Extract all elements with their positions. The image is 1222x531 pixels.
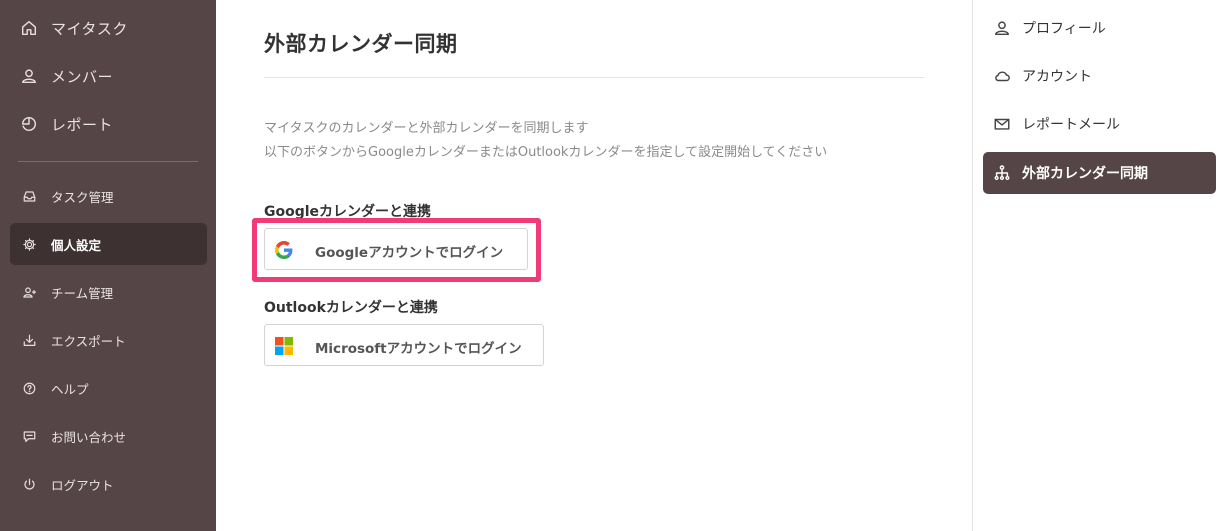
- outlook-section-label: Outlookカレンダーと連携: [264, 300, 438, 316]
- sidebar-item-label: ヘルプ: [51, 381, 89, 397]
- settings-item-external-calendar[interactable]: 外部カレンダー同期: [983, 152, 1216, 194]
- settings-item-label: プロフィール: [1022, 21, 1106, 37]
- sidebar-item-logout[interactable]: ログアウト: [10, 463, 207, 505]
- sidebar-item-label: メンバー: [51, 67, 114, 86]
- team-icon: [19, 282, 39, 302]
- sidebar-item-contact[interactable]: お問い合わせ: [10, 415, 207, 457]
- help-icon: [19, 378, 39, 398]
- mail-icon: [992, 114, 1012, 134]
- sitemap-icon: [992, 163, 1012, 183]
- main-sidebar: マイタスク メンバー レポート タスク管理 個人設定 チーム管理 エクスポート …: [0, 0, 216, 531]
- settings-item-label: アカウント: [1022, 69, 1092, 85]
- sidebar-item-my-tasks[interactable]: マイタスク: [10, 7, 207, 49]
- description-line-1: マイタスクのカレンダーと外部カレンダーを同期します: [264, 121, 589, 136]
- inbox-icon: [19, 186, 39, 206]
- power-icon: [19, 474, 39, 494]
- sidebar-divider: [18, 161, 198, 162]
- sidebar-item-label: タスク管理: [51, 189, 114, 205]
- sidebar-item-help[interactable]: ヘルプ: [10, 367, 207, 409]
- sidebar-item-team-management[interactable]: チーム管理: [10, 271, 207, 313]
- microsoft-login-button[interactable]: Microsoftアカウントでログイン: [264, 324, 544, 366]
- settings-menu: プロフィール アカウント レポートメール 外部カレンダー同期: [972, 0, 1222, 531]
- sidebar-item-label: チーム管理: [51, 285, 114, 301]
- sidebar-item-task-management[interactable]: タスク管理: [10, 175, 207, 217]
- sidebar-item-label: エクスポート: [51, 333, 126, 349]
- report-icon: [19, 114, 39, 134]
- user-icon: [992, 18, 1012, 38]
- home-icon: [19, 18, 39, 38]
- main-content: 外部カレンダー同期 マイタスクのカレンダーと外部カレンダーを同期します 以下のボ…: [216, 0, 972, 531]
- sidebar-item-members[interactable]: メンバー: [10, 55, 207, 97]
- google-login-label: Googleアカウントでログイン: [315, 245, 504, 261]
- settings-item-label: 外部カレンダー同期: [1022, 166, 1148, 182]
- microsoft-logo-icon: [275, 337, 293, 355]
- sidebar-item-reports[interactable]: レポート: [10, 103, 207, 145]
- gear-icon: [19, 234, 39, 254]
- chat-icon: [19, 426, 39, 446]
- settings-item-profile[interactable]: プロフィール: [983, 7, 1216, 49]
- sidebar-item-label: ログアウト: [51, 477, 114, 493]
- settings-item-report-mail[interactable]: レポートメール: [983, 103, 1216, 145]
- description-line-2: 以下のボタンからGoogleカレンダーまたはOutlookカレンダーを指定して設…: [264, 145, 828, 160]
- sidebar-item-label: レポート: [51, 115, 114, 134]
- page-title: 外部カレンダー同期: [264, 32, 458, 56]
- google-logo-icon: [275, 241, 293, 259]
- person-icon: [19, 66, 39, 86]
- settings-item-account[interactable]: アカウント: [983, 55, 1216, 97]
- sidebar-item-personal-settings[interactable]: 個人設定: [10, 223, 207, 265]
- sidebar-item-label: 個人設定: [51, 237, 102, 253]
- google-login-button[interactable]: Googleアカウントでログイン: [264, 228, 528, 270]
- settings-item-label: レポートメール: [1022, 117, 1120, 133]
- title-divider: [264, 77, 924, 78]
- cloud-icon: [992, 66, 1012, 86]
- sidebar-item-label: お問い合わせ: [51, 429, 127, 445]
- sidebar-item-label: マイタスク: [51, 19, 128, 38]
- sidebar-item-export[interactable]: エクスポート: [10, 319, 207, 361]
- microsoft-login-label: Microsoftアカウントでログイン: [315, 341, 522, 357]
- download-icon: [19, 330, 39, 350]
